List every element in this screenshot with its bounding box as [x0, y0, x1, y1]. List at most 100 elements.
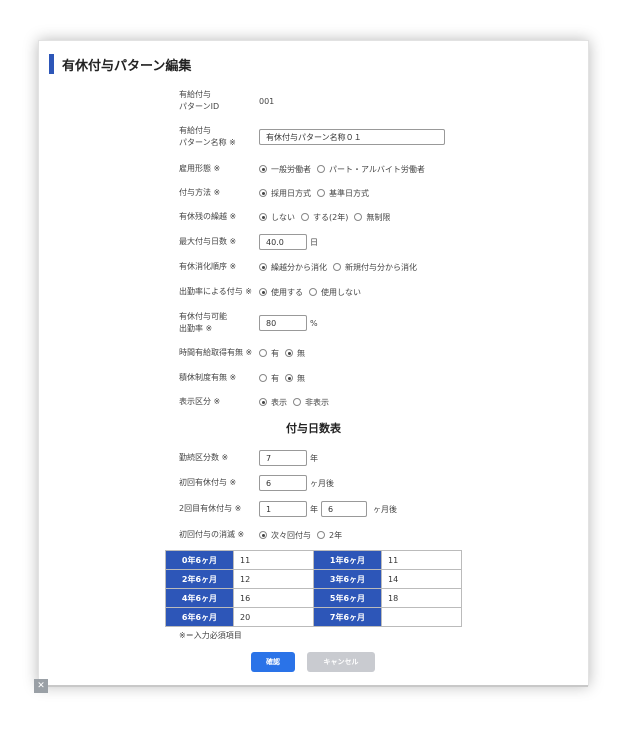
first-grant-input[interactable] [259, 475, 307, 491]
table-value-cell[interactable]: 11 [233, 550, 314, 570]
radio-label: 一般労働者 [271, 164, 311, 174]
first-expiry-option-next-next[interactable]: 次々回付与 [259, 530, 311, 541]
radio-icon [354, 213, 363, 221]
consume-order-label: 有休消化順序 ※ [179, 262, 237, 271]
row-work-category: 勤続区分数 ※ 年 [179, 450, 318, 466]
radio-label: 新規付与分から消化 [345, 262, 417, 272]
attendance-grant-option-not-use[interactable]: 使用しない [309, 287, 361, 298]
radio-icon [293, 398, 301, 406]
row-pattern-name: 有給付与 パターン名称 ※ [179, 125, 445, 149]
table-value-cell[interactable]: 18 [381, 588, 462, 608]
radio-selected-icon [285, 349, 293, 357]
attendance-rate-label: 有休付与可能 出勤率 ※ [179, 311, 265, 335]
table-value-cell[interactable]: 12 [233, 569, 314, 589]
consume-order-option-carryover[interactable]: 繰越分から消化 [259, 262, 327, 273]
carryover-option-2years[interactable]: する(2年) [301, 212, 348, 223]
special-system-option-no[interactable]: 無 [285, 373, 305, 384]
display-option-hide[interactable]: 非表示 [293, 397, 329, 408]
radio-label: 無 [297, 373, 305, 383]
table-value-cell[interactable] [381, 607, 462, 627]
horizontal-scrollbar[interactable] [48, 685, 588, 687]
radio-label: 採用日方式 [271, 188, 311, 198]
row-max-days: 最大付与日数 ※ 日 [179, 234, 318, 250]
second-grant-years-unit: 年 [310, 504, 318, 514]
grant-method-option-hire-date[interactable]: 採用日方式 [259, 188, 311, 199]
first-expiry-option-2years[interactable]: 2年 [317, 530, 342, 541]
dialog-header: 有休付与パターン編集 [49, 54, 191, 74]
radio-label: 表示 [271, 397, 287, 407]
consume-order-option-new[interactable]: 新規付与分から消化 [333, 262, 417, 273]
radio-label: 次々回付与 [271, 530, 311, 540]
radio-label: 基準日方式 [329, 188, 369, 198]
radio-selected-icon [259, 165, 267, 173]
radio-selected-icon [285, 374, 293, 382]
radio-label: 使用する [271, 287, 303, 297]
grant-method-option-base-date[interactable]: 基準日方式 [317, 188, 369, 199]
carryover-label: 有休残の繰越 ※ [179, 212, 237, 221]
attendance-grant-option-use[interactable]: 使用する [259, 287, 303, 298]
row-attendance-rate: 有休付与可能 出勤率 ※ % [179, 311, 318, 335]
row-special-system: 積休制度有無 ※ 有 無 [179, 372, 311, 384]
page-title: 有休付与パターン編集 [62, 58, 192, 74]
table-header-cell: 4年6ヶ月 [165, 588, 234, 608]
row-grant-method: 付与方法 ※ 採用日方式 基準日方式 [179, 187, 375, 199]
row-first-grant: 初回有休付与 ※ ヶ月後 [179, 475, 334, 491]
confirm-button[interactable]: 確認 [251, 652, 295, 672]
hourly-leave-option-no[interactable]: 無 [285, 348, 305, 359]
radio-selected-icon [259, 213, 267, 221]
edit-dialog: 有休付与パターン編集 有給付与 パターンID 001 有給付与 パターン名称 ※… [38, 40, 589, 686]
table-header-cell: 5年6ヶ月 [313, 588, 382, 608]
radio-label: 有 [271, 373, 279, 383]
table-header-cell: 3年6ヶ月 [313, 569, 382, 589]
radio-label: パート・アルバイト労働者 [329, 164, 425, 174]
table-value-cell[interactable]: 14 [381, 569, 462, 589]
attendance-rate-label-line2: 出勤率 ※ [179, 324, 213, 333]
cancel-button[interactable]: キャンセル [307, 652, 375, 672]
row-carryover: 有休残の繰越 ※ しない する(2年) 無制限 [179, 211, 396, 223]
pattern-name-label: 有給付与 パターン名称 ※ [179, 125, 265, 149]
required-note: ※＝入力必須項目 [179, 631, 242, 640]
hourly-leave-option-yes[interactable]: 有 [259, 348, 279, 359]
table-header-cell: 7年6ヶ月 [313, 607, 382, 627]
radio-selected-icon [259, 531, 267, 539]
second-grant-years-input[interactable] [259, 501, 307, 517]
employment-type-option-parttime[interactable]: パート・アルバイト労働者 [317, 164, 425, 175]
pattern-name-label-line2: パターン名称 ※ [179, 138, 236, 147]
special-system-option-yes[interactable]: 有 [259, 373, 279, 384]
pattern-name-input[interactable] [259, 129, 445, 145]
radio-selected-icon [259, 398, 267, 406]
work-category-input[interactable] [259, 450, 307, 466]
max-days-input[interactable] [259, 234, 307, 250]
table-header-cell: 0年6ヶ月 [165, 550, 234, 570]
table-header-cell: 1年6ヶ月 [313, 550, 382, 570]
section-title-grant-days: 付与日数表 [286, 422, 341, 435]
second-grant-label: 2回目有休付与 ※ [179, 504, 242, 513]
carryover-option-unlimited[interactable]: 無制限 [354, 212, 390, 223]
row-hourly-leave: 時間有給取得有無 ※ 有 無 [179, 347, 311, 359]
radio-label: する(2年) [313, 212, 349, 222]
table-value-cell[interactable]: 20 [233, 607, 314, 627]
display-option-show[interactable]: 表示 [259, 397, 287, 408]
carryover-option-none[interactable]: しない [259, 212, 295, 223]
table-value-cell[interactable]: 11 [381, 550, 462, 570]
grant-method-label: 付与方法 ※ [179, 188, 221, 197]
employment-type-option-general[interactable]: 一般労働者 [259, 164, 311, 175]
radio-icon [317, 189, 325, 197]
radio-label: 2年 [329, 530, 343, 540]
pattern-name-label-line1: 有給付与 [179, 126, 211, 135]
attendance-rate-input[interactable] [259, 315, 307, 331]
max-days-label: 最大付与日数 ※ [179, 237, 237, 246]
resize-corner-icon[interactable]: ✕ [34, 679, 48, 693]
pattern-id-label-line1: 有給付与 [179, 90, 211, 99]
radio-icon [259, 374, 267, 382]
row-consume-order: 有休消化順序 ※ 繰越分から消化 新規付与分から消化 [179, 261, 423, 273]
row-employment-type: 雇用形態 ※ 一般労働者 パート・アルバイト労働者 [179, 163, 431, 175]
radio-icon [259, 349, 267, 357]
radio-label: 繰越分から消化 [271, 262, 327, 272]
row-attendance-grant: 出勤率による付与 ※ 使用する 使用しない [179, 286, 367, 298]
radio-selected-icon [259, 288, 267, 296]
table-value-cell[interactable]: 16 [233, 588, 314, 608]
row-display: 表示区分 ※ 表示 非表示 [179, 396, 335, 408]
row-second-grant: 2回目有休付与 ※ 年 ヶ月後 [179, 501, 397, 517]
second-grant-months-input[interactable] [321, 501, 367, 517]
